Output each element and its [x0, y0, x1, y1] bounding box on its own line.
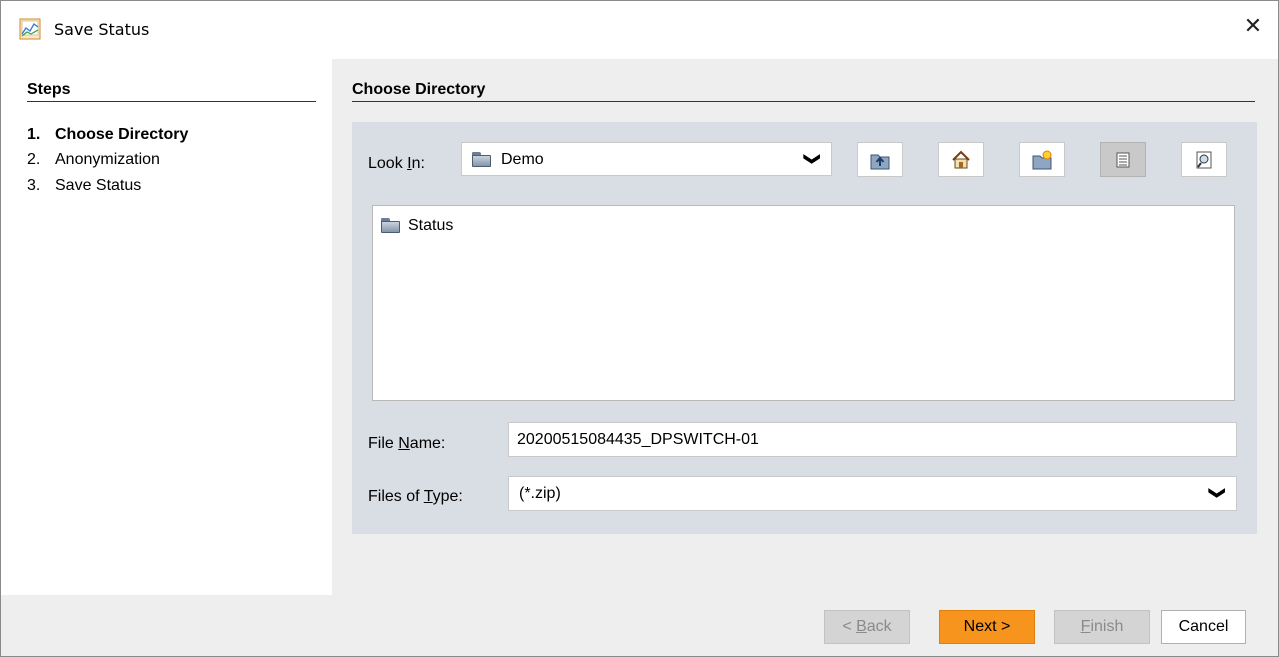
label-text: ame: — [409, 435, 446, 452]
next-button[interactable]: Next > — [939, 610, 1035, 644]
page-title: Choose Directory — [352, 81, 486, 98]
label-text: ype: — [432, 488, 463, 505]
file-name-field[interactable]: 20200515084435_DPSWITCH-01 — [508, 422, 1237, 457]
button-text: ack — [866, 618, 892, 635]
divider — [27, 101, 316, 102]
cancel-button[interactable]: Cancel — [1161, 610, 1246, 644]
list-item[interactable]: Status — [381, 217, 453, 235]
home-button[interactable] — [938, 142, 984, 177]
step-label: Anonymization — [55, 151, 160, 168]
step-choose-directory: 1. Choose Directory — [27, 126, 188, 144]
new-folder-button[interactable] — [1019, 142, 1065, 177]
mnemonic: T — [423, 488, 433, 505]
list-icon — [1116, 152, 1130, 167]
step-save-status: 3. Save Status — [27, 177, 141, 195]
content-pane: Choose Directory Look In: Demo ❯ Status … — [332, 59, 1278, 595]
step-number: 3. — [27, 177, 41, 194]
step-label: Save Status — [55, 177, 142, 194]
details-icon — [1196, 151, 1212, 168]
mnemonic: B — [856, 618, 867, 635]
label-text: n: — [411, 155, 425, 172]
mnemonic: F — [1080, 618, 1091, 635]
file-type-label: Files of Type: — [368, 488, 463, 506]
folder-icon — [472, 152, 492, 168]
home-icon — [952, 150, 970, 168]
label-text: Look — [368, 155, 408, 172]
label-text: File — [368, 435, 399, 452]
folder-icon — [381, 217, 401, 234]
close-button[interactable]: ✕ — [1242, 16, 1264, 38]
steps-pane: Steps 1. Choose Directory 2. Anonymization… — [1, 59, 332, 595]
button-text: inish — [1090, 618, 1124, 635]
file-chooser: Look In: Demo ❯ Status File Name: 202005… — [352, 122, 1257, 534]
step-number: 2. — [27, 151, 41, 168]
look-in-combobox[interactable]: Demo ❯ — [461, 142, 832, 176]
divider — [352, 101, 1255, 102]
window-title: Save Status — [54, 20, 150, 39]
step-anonymization: 2. Anonymization — [27, 151, 160, 169]
chevron-down-icon[interactable]: ❯ — [802, 152, 822, 165]
chart-icon — [19, 18, 41, 40]
file-list[interactable]: Status — [372, 205, 1235, 401]
details-view-button[interactable] — [1181, 142, 1227, 177]
save-status-dialog: Save Status ✕ Steps 1. Choose Directory 2… — [0, 0, 1279, 657]
step-label: Choose Directory — [55, 126, 189, 143]
new-folder-icon — [1032, 150, 1052, 169]
button-text: < — [842, 618, 857, 635]
file-name-label: File Name: — [368, 435, 445, 453]
list-view-button[interactable] — [1100, 142, 1146, 177]
file-type-value: (*.zip) — [519, 485, 561, 502]
title-bar: Save Status ✕ — [1, 1, 1278, 59]
up-one-level-button[interactable] — [857, 142, 903, 177]
step-number: 1. — [27, 126, 41, 143]
mnemonic: N — [398, 435, 410, 452]
chevron-down-icon[interactable]: ❯ — [1207, 486, 1227, 499]
button-bar: < Back Next > Finish Cancel — [1, 595, 1278, 656]
finish-button[interactable]: Finish — [1054, 610, 1150, 644]
steps-header: Steps — [27, 81, 71, 98]
look-in-label: Look In: — [368, 155, 425, 173]
look-in-value: Demo — [501, 151, 544, 168]
back-button[interactable]: < Back — [824, 610, 910, 644]
up-folder-icon — [870, 154, 890, 169]
file-item-name: Status — [408, 217, 454, 234]
label-text: Files of — [368, 488, 424, 505]
file-type-combobox[interactable]: (*.zip) ❯ — [508, 476, 1237, 511]
